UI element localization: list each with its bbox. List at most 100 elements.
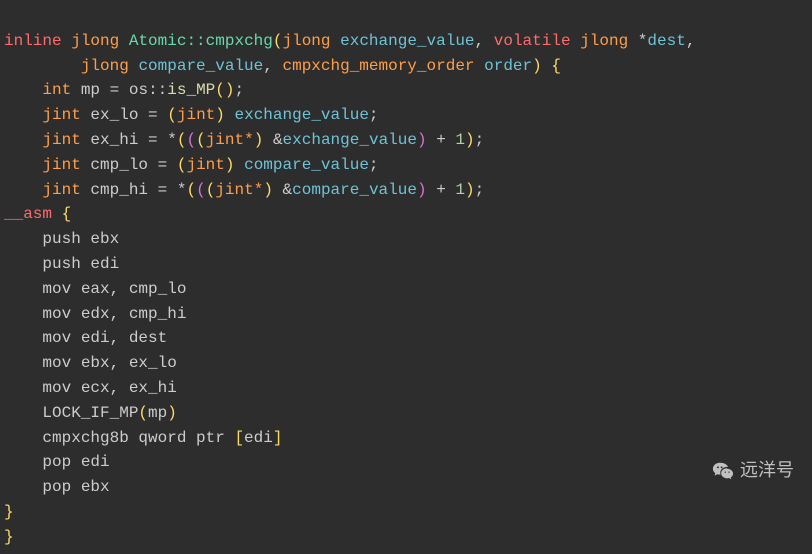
- paren: (: [186, 181, 196, 199]
- eq: =: [158, 181, 168, 199]
- brace: {: [551, 57, 561, 75]
- type-cast: jint: [177, 106, 215, 124]
- type-jint: jint: [42, 106, 80, 124]
- asm-line: mov edx, cmp_hi: [4, 305, 186, 323]
- code-line: jint cmp_lo = (jint) compare_value;: [4, 156, 379, 174]
- asm-line: mov eax, cmp_lo: [4, 280, 186, 298]
- type-cast: jint: [186, 156, 224, 174]
- type-jint: jint: [42, 156, 80, 174]
- type-jlong: jlong: [71, 32, 119, 50]
- bracket: ]: [273, 429, 283, 447]
- paren: ): [417, 181, 427, 199]
- comma: ,: [686, 32, 696, 50]
- function-call: is_MP: [167, 81, 215, 99]
- eq: =: [148, 106, 158, 124]
- brace-close: }: [4, 503, 14, 521]
- keyword-volatile: volatile: [494, 32, 571, 50]
- watermark: 远洋号: [712, 457, 794, 485]
- eq: =: [110, 81, 120, 99]
- wechat-icon: [712, 460, 734, 482]
- asm-line: pop ebx: [4, 478, 110, 496]
- paren: (: [138, 404, 148, 422]
- keyword-inline: inline: [4, 32, 62, 50]
- code-block: inline jlong Atomic::cmpxchg( jlong excha…: [0, 0, 812, 554]
- semicolon: ;: [475, 131, 485, 149]
- watermark-text: 远洋号: [740, 457, 794, 485]
- paren: ): [417, 131, 427, 149]
- param: compare_value: [138, 57, 263, 75]
- semicolon: ;: [235, 81, 245, 99]
- param: exchange_value: [340, 32, 474, 50]
- comma: ,: [263, 57, 273, 75]
- code-line: inline jlong Atomic::cmpxchg(jlong excha…: [4, 32, 695, 50]
- asm-line: mov ebx, ex_lo: [4, 354, 177, 372]
- code-line: jint ex_lo = (jint) exchange_value;: [4, 106, 379, 124]
- semicolon: ;: [369, 106, 379, 124]
- paren: (: [196, 181, 206, 199]
- param: order: [484, 57, 532, 75]
- var-ref: exchange_value: [235, 106, 369, 124]
- code-line: __asm {: [4, 205, 71, 223]
- function-name: Atomic::cmpxchg: [129, 32, 273, 50]
- type-jlong: jlong: [282, 32, 330, 50]
- type-jlong: jlong: [580, 32, 628, 50]
- paren: (: [167, 106, 177, 124]
- asm-line: push edi: [4, 255, 119, 273]
- code-line: }: [4, 528, 14, 546]
- var: cmp_hi: [90, 181, 148, 199]
- plus: +: [436, 181, 446, 199]
- paren: ): [254, 131, 264, 149]
- type-cast: jint*: [206, 131, 254, 149]
- star: *: [167, 131, 177, 149]
- asm-line: LOCK_IF_MP(mp): [4, 404, 177, 422]
- comma: ,: [475, 32, 485, 50]
- paren: ): [225, 156, 235, 174]
- asm-line: cmpxchg8b qword ptr [edi]: [4, 429, 282, 447]
- brace: {: [62, 205, 72, 223]
- var-ref: compare_value: [292, 181, 417, 199]
- var: mp: [81, 81, 100, 99]
- paren: ): [225, 81, 235, 99]
- paren: ): [167, 404, 177, 422]
- type-cast: jint*: [215, 181, 263, 199]
- var: ex_lo: [90, 106, 138, 124]
- number: 1: [455, 181, 465, 199]
- amp: &: [283, 181, 293, 199]
- paren: ): [465, 131, 475, 149]
- plus: +: [436, 131, 446, 149]
- asm-line: mov ecx, ex_hi: [4, 379, 177, 397]
- semicolon: ;: [475, 181, 485, 199]
- var-ref: compare_value: [244, 156, 369, 174]
- type-jlong: jlong: [81, 57, 129, 75]
- type-int: int: [42, 81, 71, 99]
- paren: (: [196, 131, 206, 149]
- paren: (: [206, 181, 216, 199]
- type-order: cmpxchg_memory_order: [282, 57, 474, 75]
- eq: =: [148, 131, 158, 149]
- paren: (: [215, 81, 225, 99]
- code-line: jint cmp_hi = *(((jint*) &compare_value)…: [4, 181, 484, 199]
- paren: (: [186, 131, 196, 149]
- paren: ): [215, 106, 225, 124]
- code-line: jlong compare_value, cmpxchg_memory_orde…: [4, 57, 561, 75]
- type-jint: jint: [42, 131, 80, 149]
- paren: ): [532, 57, 542, 75]
- asm-line: pop edi: [4, 453, 110, 471]
- star: *: [638, 32, 648, 50]
- bracket: [: [234, 429, 244, 447]
- var-ref: exchange_value: [283, 131, 417, 149]
- asm-keyword: __asm: [4, 205, 52, 223]
- param: dest: [647, 32, 685, 50]
- eq: =: [158, 156, 168, 174]
- code-line: }: [4, 503, 14, 521]
- code-line: jint ex_hi = *(((jint*) &exchange_value)…: [4, 131, 484, 149]
- type-jint: jint: [42, 181, 80, 199]
- namespace: os::: [129, 81, 167, 99]
- code-line: int mp = os::is_MP();: [4, 81, 244, 99]
- semicolon: ;: [369, 156, 379, 174]
- asm-line: push ebx: [4, 230, 119, 248]
- var: ex_hi: [90, 131, 138, 149]
- number: 1: [455, 131, 465, 149]
- paren: ): [263, 181, 273, 199]
- amp: &: [273, 131, 283, 149]
